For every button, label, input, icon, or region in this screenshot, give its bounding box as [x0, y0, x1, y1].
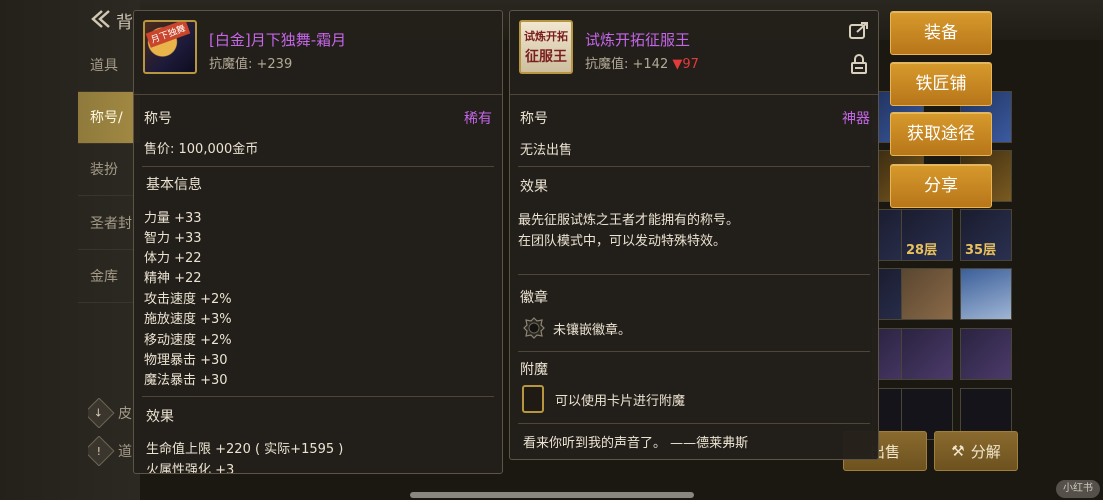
empty-badge-icon [523, 317, 545, 339]
effect-title: 效果 [146, 409, 174, 425]
basic-info-title: 基本信息 [146, 177, 202, 193]
grid-cell[interactable] [960, 328, 1012, 380]
stat-line: 力量 +33 [144, 211, 202, 226]
grid-cell[interactable]: 35层 [960, 209, 1012, 261]
icon-tag: 月下独舞 [145, 22, 191, 48]
icon-text-line2: 征服王 [525, 49, 567, 65]
item-rarity: 稀有 [464, 111, 492, 127]
conqueror-title-icon: 试炼开拓 征服王 [519, 20, 573, 74]
sidebar: 背 道具 称号/ 装扮 圣者封 金库 ↓ 皮 ! 道 [0, 0, 140, 500]
lock-icon[interactable] [848, 53, 870, 74]
stat-line: 移动速度 +2% [144, 333, 232, 348]
icon-text-line1: 试炼开拓 [524, 30, 568, 43]
divider [518, 423, 870, 424]
smith-button[interactable]: 铁匠铺 [890, 62, 992, 106]
back-arrow-icon[interactable] [88, 8, 112, 30]
sidebar-item-titles[interactable]: 称号/ [78, 92, 140, 144]
grid-cell[interactable] [901, 328, 953, 380]
effect-title: 效果 [520, 179, 548, 195]
item-stat: 抗魔值: +239 [209, 57, 293, 72]
item-name: 试炼开拓征服王 [585, 31, 691, 49]
item-stat-value: 抗魔值: +142 [585, 57, 673, 72]
grid-cell[interactable]: 28层 [901, 209, 953, 261]
divider [518, 166, 870, 167]
divider [518, 351, 870, 352]
divider [142, 396, 494, 397]
stat-line: 魔法暴击 +30 [144, 373, 228, 388]
item-stat: 抗魔值: +142 ▼97 [585, 53, 699, 72]
item-type: 称号 [144, 111, 172, 127]
effect-line: 火属性强化 +3 [146, 463, 235, 474]
watermark: 小红书 [1056, 480, 1100, 498]
item-tooltip-current: 月下独舞 [白金]月下独舞-霜月 抗魔值: +239 称号 稀有 售价: 100… [133, 10, 503, 474]
stat-line: 物理暴击 +30 [144, 353, 228, 368]
divider [518, 274, 870, 275]
source-button[interactable]: 获取途径 [890, 112, 992, 156]
divider [142, 166, 494, 167]
sidebar-bottom-label: 道 [118, 444, 132, 460]
sidebar-item-saint[interactable]: 圣者封 [78, 198, 140, 250]
effect-line: 在团队模式中，可以发动特殊特效。 [518, 234, 727, 249]
decompose-button[interactable]: ⚒ 分解 [934, 431, 1018, 471]
sidebar-bottom-label: 皮 [118, 406, 132, 422]
share-button[interactable]: 分享 [890, 164, 992, 208]
item-name: [白金]月下独舞-霜月 [209, 31, 347, 49]
share-link-icon[interactable] [848, 21, 870, 41]
sidebar-item-items[interactable]: 道具 [78, 40, 140, 92]
item-rarity: 神器 [842, 111, 870, 127]
item-icon: ! [88, 436, 115, 466]
page-title: 背 [116, 13, 133, 33]
moon-title-icon: 月下独舞 [143, 20, 197, 74]
stat-line: 智力 +33 [144, 231, 202, 246]
home-indicator[interactable] [410, 492, 694, 498]
skin-icon: ↓ [88, 398, 115, 428]
grid-cell-label: 35层 [965, 243, 997, 258]
decompose-icon: ⚒ [951, 442, 965, 460]
enchant-hint: 可以使用卡片进行附魔 [555, 394, 686, 409]
card-slot-icon[interactable] [522, 385, 544, 413]
badge-status: 未镶嵌徽章。 [553, 323, 632, 338]
effect-line: 生命值上限 +220 ( 实际+1595 ) [146, 442, 344, 457]
stat-line: 精神 +22 [144, 271, 202, 286]
item-price: 售价: 100,000金币 [144, 142, 259, 157]
stat-line: 施放速度 +3% [144, 312, 232, 327]
sell-status: 无法出售 [520, 143, 573, 158]
stat-decrease: ▼97 [672, 57, 699, 72]
decompose-label: 分解 [970, 442, 1001, 461]
item-quote: 看来你听到我的声音了。 ——德莱弗斯 [523, 436, 749, 451]
stat-line: 体力 +22 [144, 251, 202, 266]
grid-cell-label: 28层 [906, 243, 938, 258]
tooltip-header: 试炼开拓 征服王 试炼开拓征服王 抗魔值: +142 ▼97 [510, 11, 878, 95]
item-type: 称号 [520, 111, 548, 127]
sidebar-item-vault[interactable]: 金库 [78, 251, 140, 303]
badge-title: 徽章 [520, 290, 548, 306]
item-tooltip-compare: 试炼开拓 征服王 试炼开拓征服王 抗魔值: +142 ▼97 称号 神器 无法出… [509, 10, 879, 460]
enchant-title: 附魔 [520, 362, 548, 378]
grid-cell[interactable] [901, 268, 953, 320]
sidebar-item-costume[interactable]: 装扮 [78, 144, 140, 196]
stat-line: 攻击速度 +2% [144, 292, 232, 307]
equip-button[interactable]: 装备 [890, 11, 992, 55]
grid-cell[interactable] [960, 268, 1012, 320]
tooltip-header: 月下独舞 [白金]月下独舞-霜月 抗魔值: +239 [134, 11, 502, 95]
effect-line: 最先征服试炼之王者才能拥有的称号。 [518, 213, 740, 228]
